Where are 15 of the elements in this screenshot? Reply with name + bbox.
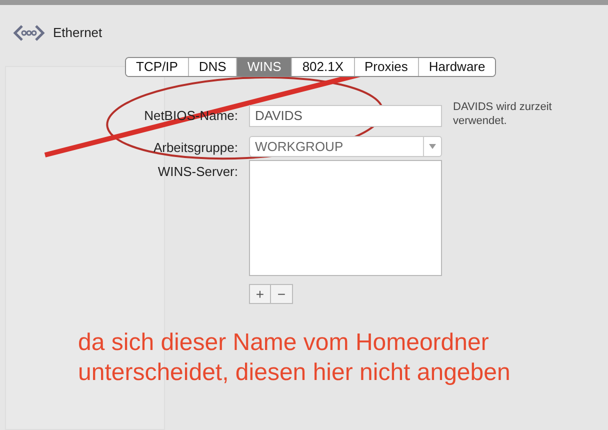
- ethernet-icon: [13, 23, 45, 43]
- dropdown-arrow-icon: [429, 144, 436, 149]
- tab[interactable]: WINS: [236, 58, 292, 76]
- name-in-use-note: DAVIDS wird zurzeit verwendet.: [453, 100, 553, 128]
- network-service-title: Ethernet: [53, 24, 102, 42]
- workgroup-combo-box[interactable]: WORKGROUP: [249, 136, 442, 157]
- add-button[interactable]: +: [249, 284, 271, 304]
- workgroup-label: Arbeitsgruppe:: [153, 139, 238, 157]
- annotation-text: unterscheidet, diesen hier nicht angeben: [78, 358, 510, 388]
- remove-button[interactable]: −: [271, 284, 293, 304]
- wins-server-list[interactable]: [249, 160, 442, 276]
- netbios-name-field[interactable]: DAVIDS: [249, 104, 442, 126]
- annotation-text: da sich dieser Name vom Homeordner: [78, 328, 490, 358]
- tab[interactable]: Hardware: [418, 58, 496, 76]
- wins-server-label: WINS-Server:: [158, 162, 238, 180]
